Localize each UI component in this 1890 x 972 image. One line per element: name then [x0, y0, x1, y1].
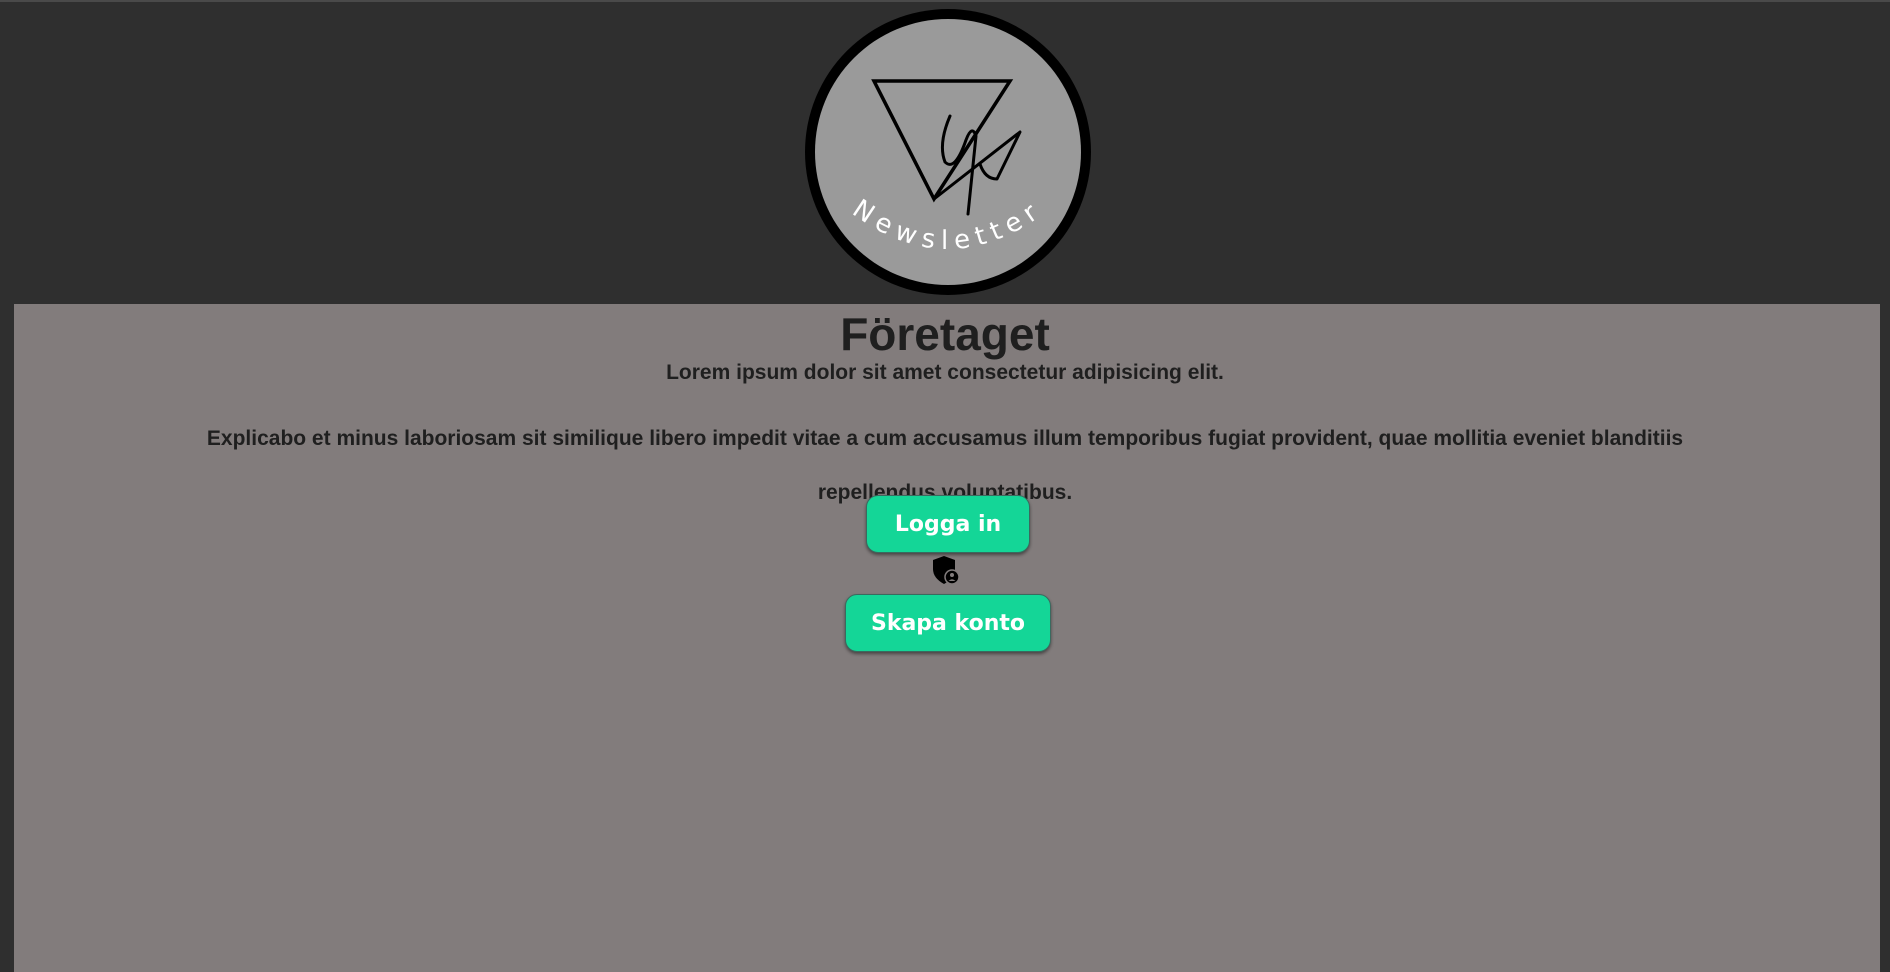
newsletter-logo[interactable]: Newsletter — [800, 4, 1096, 300]
page: Newsletter Företaget Lorem ipsum dolor s… — [0, 0, 1890, 972]
shield-user-icon — [930, 554, 962, 586]
login-button[interactable]: Logga in — [866, 495, 1030, 553]
logo-emblem-icon: Newsletter — [805, 9, 1091, 295]
create-account-button[interactable]: Skapa konto — [845, 594, 1051, 652]
lead-text: Lorem ipsum dolor sit amet consectetur a… — [666, 361, 1224, 384]
page-title: Företaget — [840, 308, 1050, 360]
